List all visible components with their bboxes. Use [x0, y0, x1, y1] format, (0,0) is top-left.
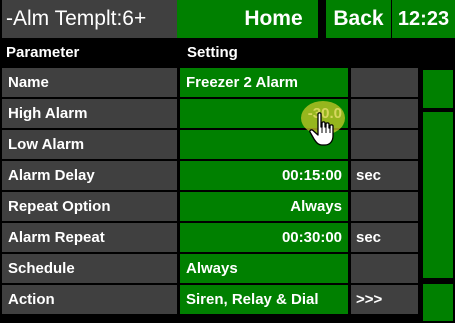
- home-button[interactable]: Home: [229, 0, 318, 38]
- table-row: Low Alarm: [0, 130, 420, 159]
- param-label: Schedule: [2, 254, 177, 283]
- scrollbar: [421, 68, 455, 323]
- table-row: Alarm Repeat 00:30:00 sec: [0, 223, 420, 252]
- param-label: Low Alarm: [2, 130, 177, 159]
- scroll-track[interactable]: [421, 110, 455, 280]
- table-row: Schedule Always: [0, 254, 420, 283]
- table-row: High Alarm -30.0: [0, 99, 420, 128]
- unit-label: [351, 99, 418, 128]
- clock-display: 12:23: [392, 0, 455, 38]
- column-header-setting: Setting: [187, 44, 238, 61]
- param-label: Action: [2, 285, 177, 314]
- table-row: Repeat Option Always: [0, 192, 420, 221]
- unit-label: [351, 68, 418, 97]
- header-spacer: [177, 0, 229, 38]
- header-bar: -Alm Templt:6+ Home Back 12:23: [0, 0, 455, 38]
- param-label: Alarm Repeat: [2, 223, 177, 252]
- unit-label: sec: [351, 223, 418, 252]
- param-label: Alarm Delay: [2, 161, 177, 190]
- param-label: High Alarm: [2, 99, 177, 128]
- table-row: Action Siren, Relay & Dial >>>: [0, 285, 420, 314]
- unit-label: [351, 192, 418, 221]
- setting-value-schedule[interactable]: Always: [180, 254, 348, 283]
- setting-value-name[interactable]: Freezer 2 Alarm: [180, 68, 348, 97]
- more-options-button[interactable]: >>>: [351, 285, 418, 314]
- alarm-template-screen: -Alm Templt:6+ Home Back 12:23 Parameter…: [0, 0, 455, 323]
- table-row: Alarm Delay 00:15:00 sec: [0, 161, 420, 190]
- scroll-down-button[interactable]: [421, 282, 455, 323]
- table-row: Name Freezer 2 Alarm: [0, 68, 420, 97]
- screen-title: -Alm Templt:6+: [2, 0, 177, 38]
- setting-value-alarm-repeat[interactable]: 00:30:00: [180, 223, 348, 252]
- param-label: Repeat Option: [2, 192, 177, 221]
- back-button[interactable]: Back: [326, 0, 391, 38]
- unit-label: [351, 130, 418, 159]
- setting-value-action[interactable]: Siren, Relay & Dial: [180, 285, 348, 314]
- setting-value-low-alarm[interactable]: [180, 130, 348, 159]
- unit-label: sec: [351, 161, 418, 190]
- column-header-parameter: Parameter: [6, 44, 80, 61]
- param-label: Name: [2, 68, 177, 97]
- scroll-up-button[interactable]: [421, 68, 455, 110]
- setting-value-high-alarm[interactable]: -30.0: [180, 99, 348, 128]
- setting-value-alarm-delay[interactable]: 00:15:00: [180, 161, 348, 190]
- unit-label: [351, 254, 418, 283]
- setting-value-repeat-option[interactable]: Always: [180, 192, 348, 221]
